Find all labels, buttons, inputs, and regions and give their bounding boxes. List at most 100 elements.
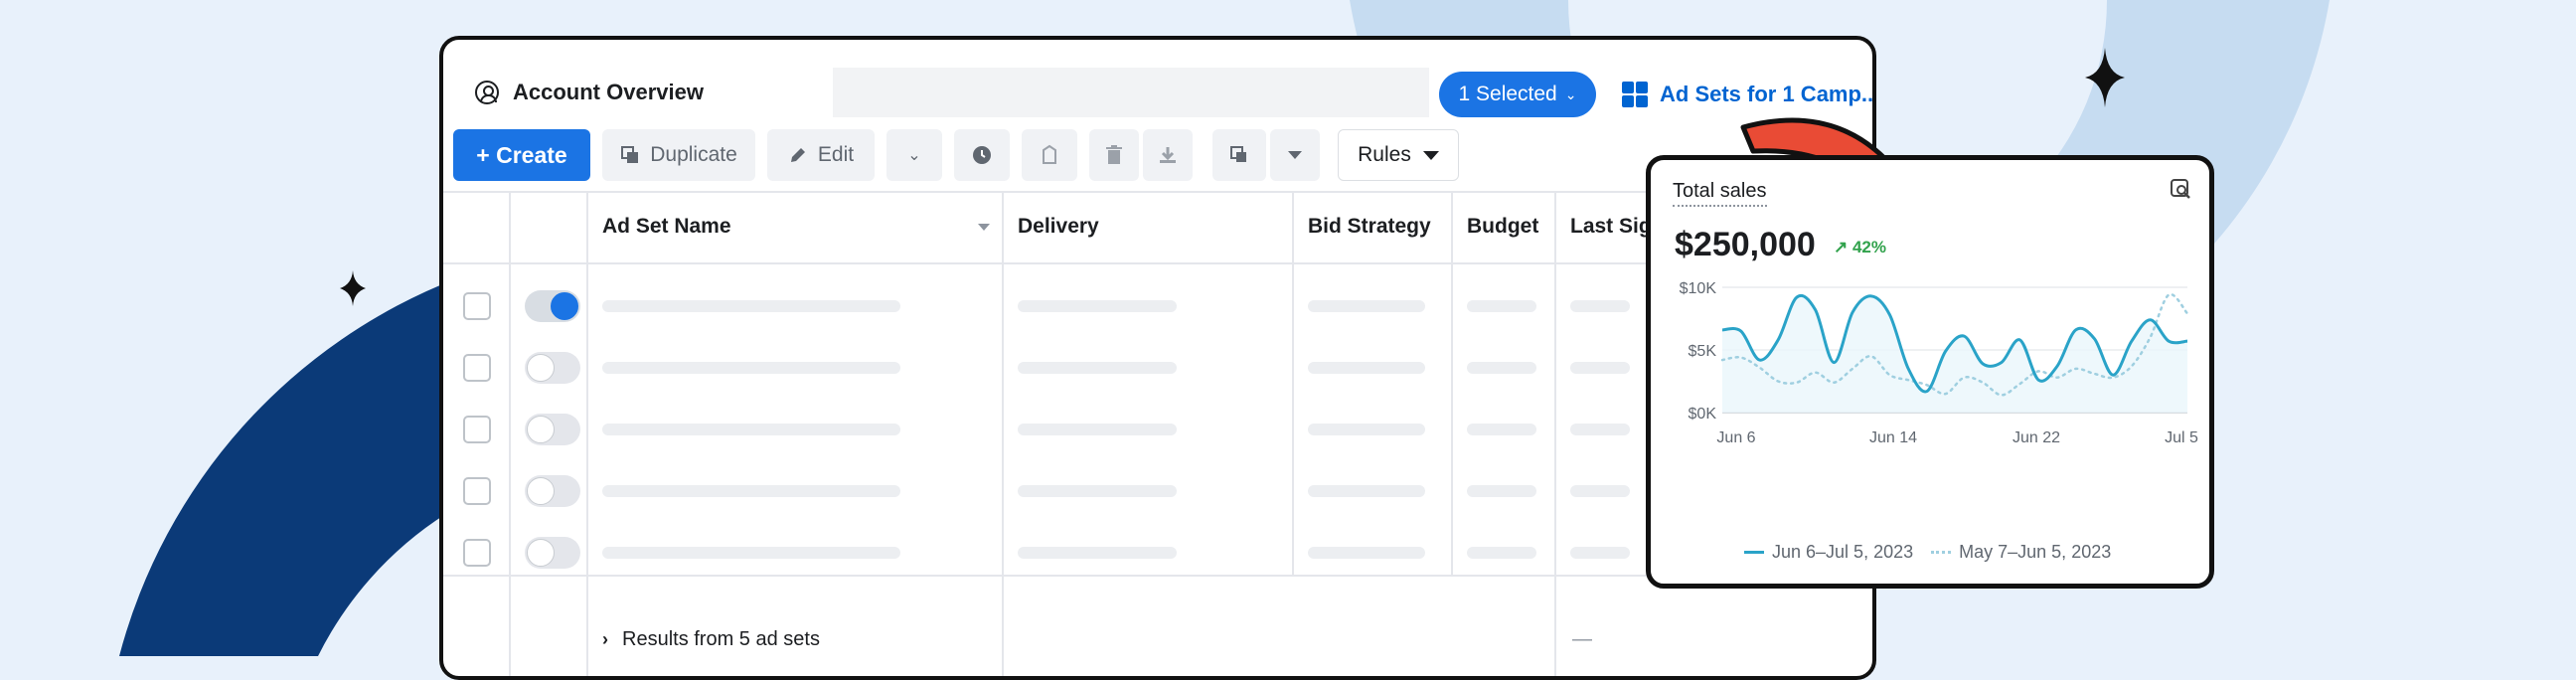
loading-placeholder (1308, 485, 1425, 497)
inspect-chart-icon[interactable] (2170, 178, 2191, 200)
rules-button[interactable]: Rules (1338, 129, 1459, 181)
column-header-bid-strategy[interactable]: Bid Strategy (1308, 191, 1431, 262)
page-title: Account Overview (513, 80, 704, 104)
results-label: Results from 5 ad sets (622, 628, 820, 650)
caret-down-icon (1422, 150, 1439, 160)
duplicate-label: Duplicate (650, 143, 737, 166)
x-tick-label: Jun 6 (1716, 429, 1755, 446)
legend-label: Jun 6–Jul 5, 2023 (1772, 542, 1914, 562)
loading-placeholder (1570, 300, 1630, 312)
loading-placeholder (1570, 362, 1630, 374)
caret-down-icon (1288, 151, 1302, 159)
copy-settings-button[interactable] (1212, 129, 1266, 181)
tag-button[interactable] (1022, 129, 1077, 181)
loading-placeholder (1308, 362, 1425, 374)
row-toggle[interactable] (525, 475, 580, 507)
legend-item-current[interactable]: Jun 6–Jul 5, 2023 (1744, 542, 1913, 563)
delete-button[interactable] (1089, 129, 1139, 181)
column-header-budget[interactable]: Budget (1467, 191, 1538, 262)
divider (586, 191, 588, 676)
loading-placeholder (1308, 547, 1425, 559)
loading-placeholder (1018, 300, 1177, 312)
loading-placeholder (602, 362, 900, 374)
chart-legend: Jun 6–Jul 5, 2023 May 7–Jun 5, 2023 (1744, 542, 2111, 563)
pencil-icon (790, 148, 805, 162)
y-tick-label: $0K (1689, 406, 1717, 423)
divider (1554, 191, 1556, 676)
row-checkbox[interactable] (463, 292, 491, 320)
loading-placeholder (1467, 547, 1536, 559)
loading-placeholder (1018, 424, 1177, 435)
loading-placeholder (1467, 485, 1536, 497)
series-area (1722, 295, 2187, 413)
row-toggle[interactable] (525, 414, 580, 445)
total-sales-value: $250,000 (1675, 226, 1816, 263)
row-checkbox[interactable] (463, 539, 491, 567)
loading-placeholder (1308, 300, 1425, 312)
results-summary[interactable]: › Results from 5 ad sets (602, 628, 820, 651)
growth-badge: ↗ 42% (1834, 238, 1886, 256)
sort-caret-icon[interactable] (978, 223, 990, 231)
loading-placeholder (602, 424, 900, 435)
ad-sets-grid-icon (1622, 82, 1648, 107)
loading-placeholder (1018, 362, 1177, 374)
row-checkbox[interactable] (463, 354, 491, 382)
row-checkbox[interactable] (463, 477, 491, 505)
chevron-down-icon: ⌄ (907, 147, 921, 164)
sparkle-icon (340, 270, 366, 306)
loading-placeholder (1570, 424, 1630, 435)
loading-placeholder (1570, 547, 1630, 559)
toggle-knob (527, 477, 555, 505)
export-button[interactable] (1143, 129, 1193, 181)
chevron-down-icon: ⌄ (1564, 85, 1577, 102)
results-last-edit: — (1572, 628, 1592, 651)
toggle-knob (551, 292, 578, 320)
schedule-button[interactable] (954, 129, 1010, 181)
account-overview-tab[interactable]: Account Overview (455, 68, 833, 117)
edit-dropdown-button[interactable]: ⌄ (886, 129, 942, 181)
column-header-last-significant-edit[interactable]: Last Sig (1570, 191, 1652, 262)
sales-line-chart: $10K $5K $0K Jun 6 Jun 14 Jun 22 Jul 5 (1680, 280, 2198, 446)
row-toggle[interactable] (525, 352, 580, 384)
y-tick-label: $5K (1689, 343, 1717, 360)
column-header-delivery[interactable]: Delivery (1018, 191, 1099, 262)
column-header-label: Budget (1467, 215, 1539, 238)
loading-placeholder (1570, 485, 1630, 497)
row-checkbox[interactable] (463, 416, 491, 443)
account-icon (475, 81, 499, 104)
column-header-ad-set-name[interactable]: Ad Set Name (602, 191, 990, 262)
loading-placeholder (602, 547, 900, 559)
toggle-knob (527, 354, 555, 382)
legend-swatch-dotted (1931, 551, 1952, 554)
loading-placeholder (1467, 300, 1536, 312)
chevron-right-icon: › (602, 629, 608, 649)
loading-placeholder (602, 300, 900, 312)
legend-label: May 7–Jun 5, 2023 (1959, 542, 2112, 562)
edit-button[interactable]: Edit (767, 129, 875, 181)
trash-icon (1106, 145, 1122, 164)
column-header-label: Delivery (1018, 215, 1099, 238)
loading-placeholder (1018, 547, 1177, 559)
create-button[interactable]: + Create (453, 129, 590, 181)
more-dropdown-button[interactable] (1270, 129, 1320, 181)
legend-swatch-solid (1744, 551, 1764, 554)
y-tick-label: $10K (1680, 280, 1717, 297)
duplicate-button[interactable]: Duplicate (602, 129, 755, 181)
legend-item-previous[interactable]: May 7–Jun 5, 2023 (1931, 542, 2111, 563)
loading-placeholder (1018, 485, 1177, 497)
rules-label: Rules (1358, 143, 1411, 166)
toggle-knob (527, 416, 555, 443)
x-tick-label: Jun 14 (1869, 429, 1917, 446)
selected-label: 1 Selected (1458, 83, 1557, 105)
tab-ad-sets-label: Ad Sets for 1 Camp... (1660, 82, 1876, 106)
selected-dropdown[interactable]: 1 Selected ⌄ (1439, 72, 1596, 117)
tag-icon (1043, 144, 1056, 164)
title-bar-spacer (833, 68, 1429, 117)
card-title: Total sales (1673, 180, 1767, 207)
download-icon (1160, 147, 1176, 163)
results-dash: — (1572, 628, 1592, 650)
row-toggle[interactable] (525, 537, 580, 569)
toggle-knob (527, 539, 555, 567)
row-toggle[interactable] (525, 290, 580, 322)
x-tick-label: Jul 5 (2165, 429, 2198, 446)
